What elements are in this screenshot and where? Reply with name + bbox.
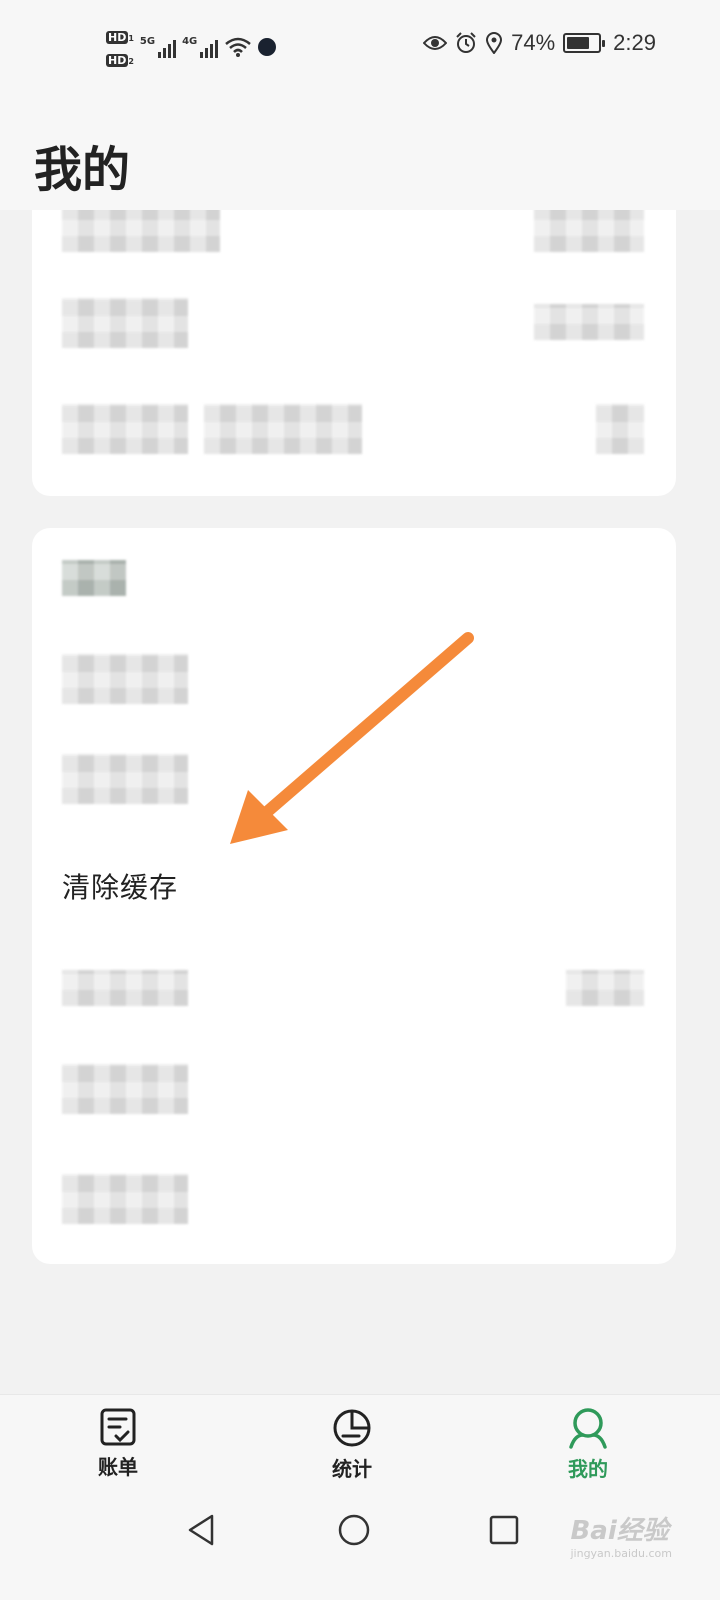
signal-5g-icon: 5G: [139, 36, 177, 58]
clock: 2:29: [613, 30, 656, 55]
battery-icon: [563, 33, 606, 53]
redacted-text: [62, 654, 188, 704]
battery-fill: [567, 37, 590, 49]
home-icon[interactable]: [336, 1512, 372, 1548]
wifi-icon: [225, 37, 252, 57]
network-2-label: 4G: [182, 36, 198, 47]
settings-row-redacted[interactable]: [32, 740, 676, 836]
alarm-icon: [456, 32, 476, 53]
bottom-nav: 账单 统计 我的: [0, 1394, 720, 1494]
redacted-text: [204, 404, 362, 454]
settings-row-redacted[interactable]: [32, 534, 676, 630]
battery-percent: 74%: [511, 30, 556, 55]
status-left: HD 1 HD 2 5G 4G: [106, 26, 277, 68]
page-title: 我的: [34, 142, 131, 198]
redacted-text: [62, 298, 188, 348]
redacted-value: [566, 970, 644, 1006]
nav-label-profile: 我的: [568, 1457, 608, 1481]
settings-row-redacted[interactable]: [32, 1044, 676, 1140]
status-right: 74% 2:29: [423, 30, 656, 56]
page-header: 我的: [0, 92, 720, 210]
settings-row-redacted[interactable]: [32, 286, 676, 382]
redacted-text: [62, 1064, 188, 1114]
clear-cache-label: 清除缓存: [62, 871, 179, 904]
eye-icon: [423, 36, 448, 50]
sim2-index: 2: [128, 57, 134, 66]
redacted-value: [596, 404, 644, 454]
sim2-indicator: HD 2: [106, 49, 134, 68]
settings-card-2: 清除缓存: [32, 528, 676, 1264]
back-icon[interactable]: [184, 1512, 220, 1548]
redacted-value: [534, 304, 644, 340]
redacted-text: [62, 560, 126, 596]
bill-icon: [100, 1408, 136, 1446]
settings-row-redacted[interactable]: [32, 630, 676, 726]
nav-label-bills: 账单: [98, 1455, 138, 1479]
recents-icon[interactable]: [486, 1512, 522, 1548]
redacted-text: [62, 404, 188, 454]
settings-row-redacted[interactable]: [32, 386, 676, 482]
status-bar: HD 1 HD 2 5G 4G 74% 2:29: [0, 0, 720, 92]
app-notification-icon: [258, 38, 277, 56]
system-nav-bar: Bai经验 jingyan.baidu.com: [0, 1494, 720, 1600]
nav-item-profile[interactable]: 我的: [528, 1407, 648, 1482]
sim1-index: 1: [128, 34, 134, 43]
signal-4g-icon: 4G: [182, 36, 219, 58]
sim-indicators: HD 1 HD 2: [106, 26, 134, 68]
nav-item-stats[interactable]: 统计: [292, 1407, 412, 1482]
nav-label-stats: 统计: [332, 1457, 372, 1481]
watermark-url: jingyan.baidu.com: [570, 1547, 672, 1560]
redacted-text: [62, 970, 188, 1006]
redacted-text: [62, 1174, 188, 1224]
sim2-hd-label: HD: [106, 54, 129, 67]
pie-chart-icon: [333, 1409, 371, 1447]
location-icon: [486, 32, 503, 54]
settings-row-redacted[interactable]: [32, 948, 676, 1044]
nav-item-bills[interactable]: 账单: [58, 1407, 178, 1480]
watermark-brand: Bai经验: [570, 1516, 669, 1546]
clear-cache-row[interactable]: 清除缓存: [32, 836, 676, 932]
profile-icon: [569, 1408, 607, 1449]
settings-card-1: [32, 190, 676, 496]
sim1-indicator: HD 1: [106, 26, 134, 45]
watermark: Bai经验 jingyan.baidu.com: [570, 1510, 672, 1560]
sim1-hd-label: HD: [106, 31, 129, 44]
network-1-label: 5G: [139, 36, 156, 47]
redacted-text: [62, 754, 188, 804]
settings-row-redacted[interactable]: [32, 1154, 676, 1250]
